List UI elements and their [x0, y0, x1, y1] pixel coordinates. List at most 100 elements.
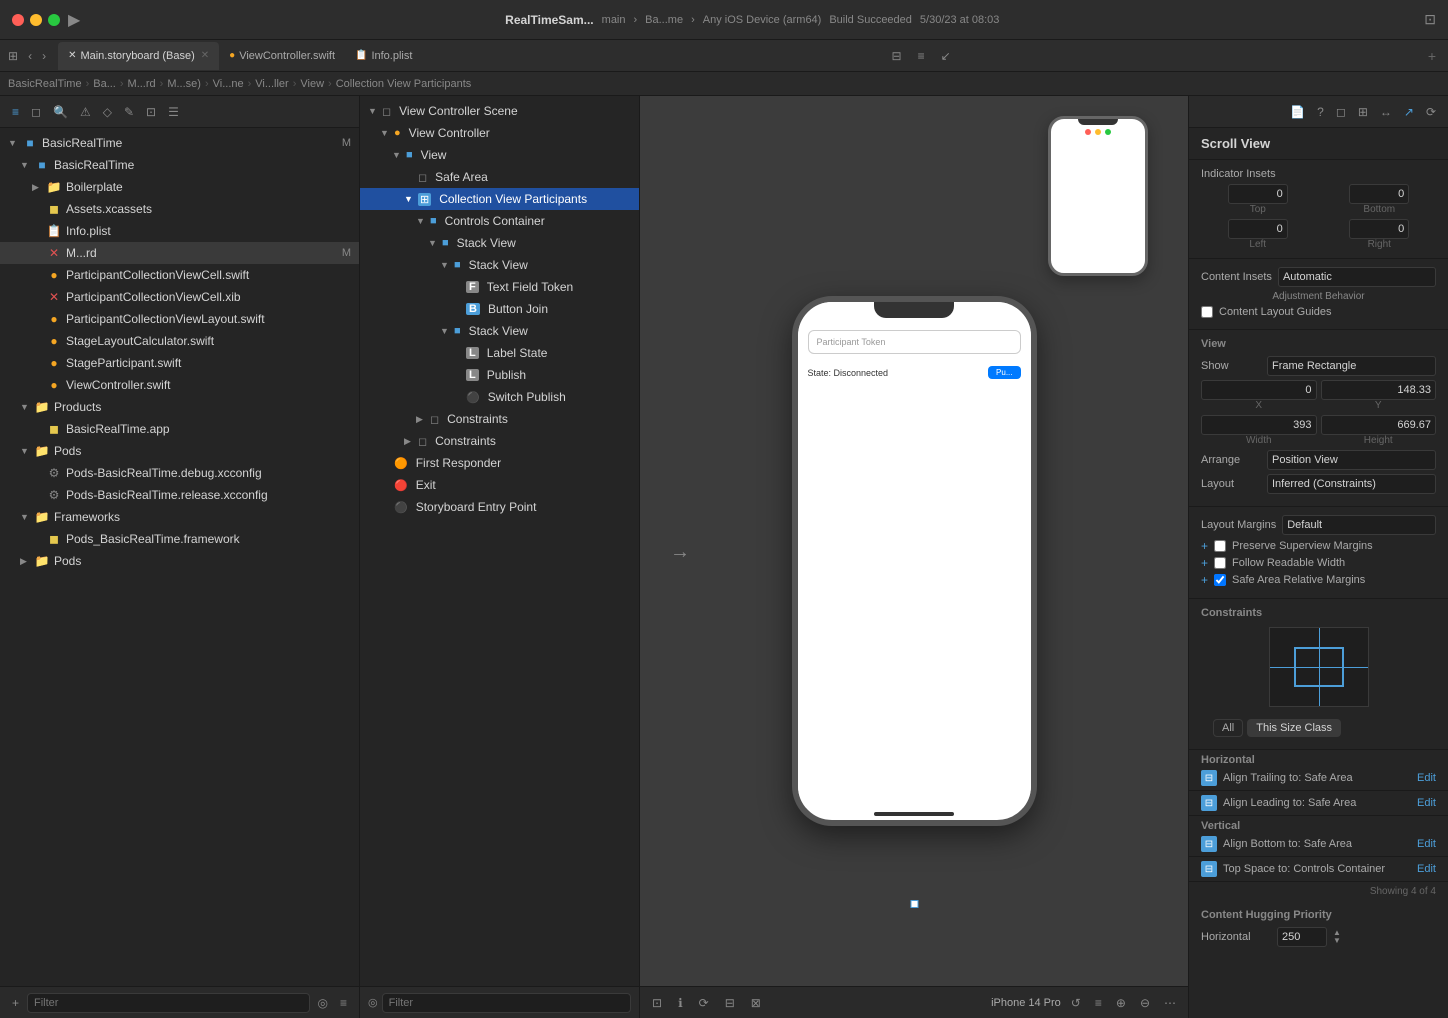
- indicator-top-input[interactable]: [1228, 184, 1288, 204]
- inspector-quick-help[interactable]: ?: [1313, 103, 1328, 121]
- show-select[interactable]: Frame Rectangle: [1267, 356, 1436, 376]
- tab-main-storyboard[interactable]: ✕ Main.storyboard (Base) ✕: [58, 42, 219, 70]
- tab-infoplist[interactable]: 📋 Info.plist: [345, 42, 422, 70]
- ch-spin-down[interactable]: ▼: [1333, 937, 1341, 945]
- canvas-device-select[interactable]: ≡: [1091, 994, 1106, 1012]
- constraints-tab-all[interactable]: All: [1213, 719, 1243, 737]
- scene-item-switch-publish[interactable]: ⚫ Switch Publish: [360, 386, 639, 408]
- sidebar-breakpoint-view[interactable]: ⊡: [142, 103, 160, 121]
- play-button[interactable]: ▶: [68, 10, 80, 30]
- sidebar-item-pods-framework[interactable]: ◼ Pods_BasicRealTime.framework: [0, 528, 359, 550]
- scene-item-exit[interactable]: 🔴 Exit: [360, 474, 639, 496]
- sidebar-item-basicrealtime-root[interactable]: ▼ ■ BasicRealTime M: [0, 132, 359, 154]
- canvas-info[interactable]: ℹ: [674, 994, 687, 1012]
- sidebar-debug-view[interactable]: ✎: [120, 103, 138, 121]
- sidebar-item-assets[interactable]: ◼ Assets.xcassets: [0, 198, 359, 220]
- scene-item-first-responder[interactable]: 🟠 First Responder: [360, 452, 639, 474]
- y-input[interactable]: [1321, 380, 1437, 400]
- sidebar-item-participant-cell-xib[interactable]: ✕ ParticipantCollectionViewCell.xib: [0, 286, 359, 308]
- sidebar-item-pods-debug[interactable]: ⚙ Pods-BasicRealTime.debug.xcconfig: [0, 462, 359, 484]
- sidebar-item-pods-root[interactable]: ▶ 📁 Pods: [0, 550, 359, 572]
- scene-item-constraints-2[interactable]: ▶ ◻ Constraints: [360, 430, 639, 452]
- tab-back[interactable]: ‹: [24, 47, 36, 65]
- breadcrumb-item-8[interactable]: Collection View Participants: [336, 78, 472, 90]
- sidebar-filter-hierarchy[interactable]: ≡: [336, 994, 351, 1012]
- scene-item-vc-scene[interactable]: ▼ ◻ View Controller Scene: [360, 100, 639, 122]
- layout-select[interactable]: Inferred (Constraints): [1267, 474, 1436, 494]
- sidebar-item-viewcontroller[interactable]: ● ViewController.swift: [0, 374, 359, 396]
- sidebar-item-pods-group[interactable]: ▼ 📁 Pods: [0, 440, 359, 462]
- canvas-debug[interactable]: ⊟: [721, 994, 739, 1012]
- scene-item-button-join[interactable]: B Button Join: [360, 298, 639, 320]
- canvas-more[interactable]: ⋯: [1160, 994, 1180, 1012]
- sidebar-filter-input[interactable]: [27, 993, 309, 1013]
- sidebar-item-boilerplate[interactable]: ▶ 📁 Boilerplate: [0, 176, 359, 198]
- close-button[interactable]: [12, 14, 24, 26]
- minimize-button[interactable]: [30, 14, 42, 26]
- canvas-layout[interactable]: ⊠: [747, 994, 765, 1012]
- inspector-file[interactable]: 📄: [1286, 103, 1309, 121]
- sidebar-report-view[interactable]: ☰: [164, 103, 183, 121]
- indicator-right-input[interactable]: [1349, 219, 1409, 239]
- content-insets-select[interactable]: Automatic: [1278, 267, 1436, 287]
- add-tab-button[interactable]: +: [1420, 48, 1444, 64]
- sidebar-item-stage-layout[interactable]: ● StageLayoutCalculator.swift: [0, 330, 359, 352]
- constraints-tab-size-class[interactable]: This Size Class: [1247, 719, 1341, 737]
- inspector-attributes[interactable]: ⊞: [1354, 103, 1372, 121]
- sidebar-item-frameworks[interactable]: ▼ 📁 Frameworks: [0, 506, 359, 528]
- scene-filter-input[interactable]: [382, 993, 631, 1013]
- breadcrumb-item-4[interactable]: M...se): [167, 78, 201, 90]
- breadcrumb-item-7[interactable]: View: [300, 78, 324, 90]
- preserve-margins-checkbox[interactable]: [1214, 540, 1226, 552]
- split-view-btn[interactable]: ⊟: [888, 47, 906, 65]
- height-input[interactable]: [1321, 415, 1437, 435]
- content-hugging-horizontal-input[interactable]: [1277, 927, 1327, 947]
- tab-viewcontroller[interactable]: ● ViewController.swift: [219, 42, 345, 70]
- scene-item-stack-3[interactable]: ▼ ■ Stack View: [360, 320, 639, 342]
- scene-item-view[interactable]: ▼ ■ View: [360, 144, 639, 166]
- breadcrumb-item-3[interactable]: M...rd: [128, 78, 156, 90]
- inspector-identity[interactable]: ◻: [1332, 103, 1350, 121]
- scene-item-publish[interactable]: L Publish: [360, 364, 639, 386]
- x-input[interactable]: [1201, 380, 1317, 400]
- scene-item-collection-view[interactable]: ▼ ⊞ Collection View Participants: [360, 188, 639, 210]
- arrange-select[interactable]: Position View: [1267, 450, 1436, 470]
- sidebar-item-infoplist[interactable]: 📋 Info.plist: [0, 220, 359, 242]
- sidebar-filter-options[interactable]: ◎: [314, 994, 332, 1012]
- indicator-left-input[interactable]: [1228, 219, 1288, 239]
- scene-item-controls-container[interactable]: ▼ ■ Controls Container: [360, 210, 639, 232]
- sidebar-item-stage-participant[interactable]: ● StageParticipant.swift: [0, 352, 359, 374]
- scene-item-vc[interactable]: ▼ ● View Controller: [360, 122, 639, 144]
- add-file-button[interactable]: +: [8, 994, 23, 1012]
- scene-item-constraints-1[interactable]: ▶ ◻ Constraints: [360, 408, 639, 430]
- constraint-edit-trailing[interactable]: Edit: [1417, 772, 1436, 784]
- sidebar-warning-view[interactable]: ⚠: [76, 103, 95, 121]
- breadcrumb-item-6[interactable]: Vi...ller: [255, 78, 288, 90]
- tab-grid-view[interactable]: ⊞: [4, 47, 22, 65]
- constraint-edit-top[interactable]: Edit: [1417, 863, 1436, 875]
- tab-close-storyboard[interactable]: ✕: [201, 50, 209, 61]
- sidebar-item-basicrealtime[interactable]: ▼ ■ BasicRealTime: [0, 154, 359, 176]
- right-sidebar-toggle[interactable]: ⊡: [1424, 11, 1436, 28]
- sidebar-item-app[interactable]: ◼ BasicRealTime.app: [0, 418, 359, 440]
- sidebar-item-products[interactable]: ▼ 📁 Products: [0, 396, 359, 418]
- sidebar-item-mainstoryboard[interactable]: ✕ M...rd M: [0, 242, 359, 264]
- sidebar-search-view[interactable]: 🔍: [49, 103, 72, 121]
- sidebar-item-participant-layout[interactable]: ● ParticipantCollectionViewLayout.swift: [0, 308, 359, 330]
- scene-item-textfield[interactable]: F Text Field Token: [360, 276, 639, 298]
- sidebar-item-participant-cell-swift[interactable]: ● ParticipantCollectionViewCell.swift: [0, 264, 359, 286]
- scene-item-safe-area[interactable]: ◻ Safe Area: [360, 166, 639, 188]
- canvas-zoom-fit[interactable]: ⊡: [648, 994, 666, 1012]
- canvas-content[interactable]: →: [640, 96, 1188, 986]
- constraint-edit-bottom[interactable]: Edit: [1417, 838, 1436, 850]
- breadcrumb-item-5[interactable]: Vi...ne: [213, 78, 244, 90]
- sidebar-folder-view[interactable]: ≡: [8, 103, 23, 121]
- width-input[interactable]: [1201, 415, 1317, 435]
- inspector-connections[interactable]: ↗: [1400, 103, 1418, 121]
- scene-item-stack-2[interactable]: ▼ ■ Stack View: [360, 254, 639, 276]
- sidebar-test-view[interactable]: ◇: [99, 103, 116, 121]
- tab-forward[interactable]: ›: [38, 47, 50, 65]
- canvas-refresh[interactable]: ⟳: [695, 994, 713, 1012]
- canvas-zoom-out[interactable]: ⊖: [1136, 994, 1154, 1012]
- breadcrumb-item-2[interactable]: Ba...: [93, 78, 116, 90]
